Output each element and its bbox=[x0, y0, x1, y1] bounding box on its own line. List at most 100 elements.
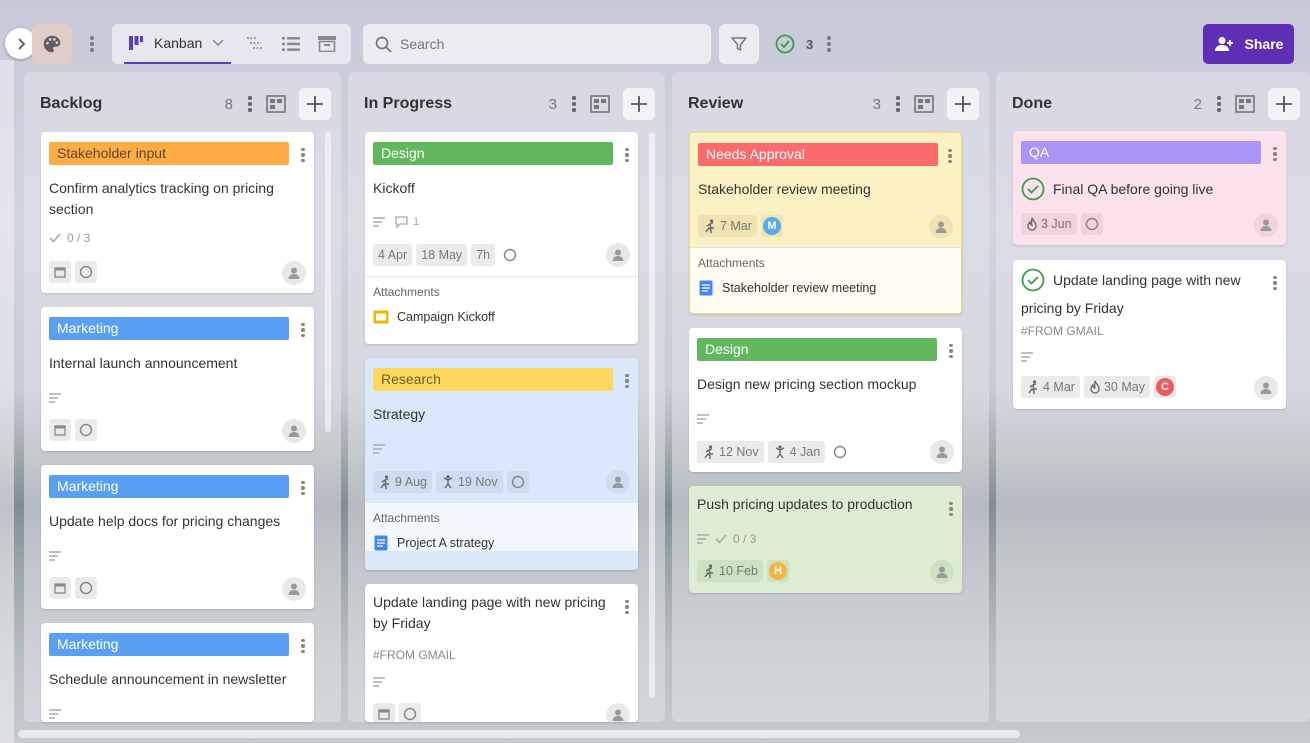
column-menu-icon[interactable] bbox=[245, 92, 255, 116]
add-card-button[interactable] bbox=[299, 88, 331, 120]
fire-icon bbox=[1027, 217, 1037, 231]
card-menu-icon[interactable] bbox=[623, 146, 631, 164]
column-menu-icon[interactable] bbox=[569, 92, 579, 116]
assignee-avatar[interactable] bbox=[606, 470, 630, 494]
add-card-button[interactable] bbox=[623, 88, 655, 120]
card-menu-icon[interactable] bbox=[1271, 274, 1279, 292]
board-horizontal-scrollbar[interactable] bbox=[18, 730, 1020, 738]
column-scrollbar[interactable] bbox=[649, 132, 655, 698]
member-chip[interactable]: M bbox=[760, 215, 783, 237]
column-settings-icon[interactable] bbox=[589, 93, 611, 115]
task-card[interactable]: Marketing Schedule announcement in newsl… bbox=[41, 623, 314, 722]
start-date-chip[interactable]: 4 Apr bbox=[373, 244, 413, 266]
due-date-chip[interactable] bbox=[373, 703, 395, 722]
start-date-chip[interactable]: 7 Mar bbox=[698, 215, 757, 237]
card-tag: Needs Approval bbox=[698, 143, 938, 166]
assignee-avatar[interactable] bbox=[930, 560, 954, 584]
column-settings-icon[interactable] bbox=[1234, 93, 1256, 115]
tab-archive[interactable] bbox=[317, 34, 337, 54]
card-menu-icon[interactable] bbox=[946, 147, 954, 165]
completed-check-icon bbox=[1021, 268, 1045, 292]
end-date-chip[interactable]: 4 Jan bbox=[767, 441, 826, 463]
assignee-avatar[interactable] bbox=[606, 703, 630, 722]
task-card[interactable]: Design Design new pricing section mockup… bbox=[689, 328, 962, 472]
card-menu-icon[interactable] bbox=[623, 372, 631, 390]
card-menu-icon[interactable] bbox=[947, 342, 955, 360]
assignee-avatar[interactable] bbox=[930, 440, 954, 464]
task-card[interactable]: Update landing page with new pricing by F… bbox=[365, 584, 638, 722]
status-chip[interactable] bbox=[75, 261, 97, 283]
more-menu-icon[interactable] bbox=[84, 32, 100, 56]
assignee-avatar[interactable] bbox=[282, 419, 306, 443]
column-menu-icon[interactable] bbox=[1214, 92, 1224, 116]
task-card[interactable]: Needs Approval Stakeholder review meetin… bbox=[689, 132, 962, 314]
card-menu-icon[interactable] bbox=[299, 321, 307, 339]
attachment-item[interactable]: Campaign Kickoff bbox=[373, 309, 638, 325]
card-menu-icon[interactable] bbox=[947, 500, 955, 518]
estimate-chip[interactable]: 7h bbox=[471, 244, 496, 266]
column-settings-icon[interactable] bbox=[265, 93, 287, 115]
search-input[interactable] bbox=[400, 36, 700, 52]
start-date-chip[interactable]: 10 Feb bbox=[697, 560, 763, 582]
task-card[interactable]: Stakeholder input Confirm analytics trac… bbox=[41, 132, 314, 293]
card-menu-icon[interactable] bbox=[299, 146, 307, 164]
column-menu-icon[interactable] bbox=[893, 92, 903, 116]
status-chip[interactable] bbox=[499, 244, 521, 266]
card-menu-icon[interactable] bbox=[299, 479, 307, 497]
status-chip[interactable] bbox=[75, 419, 97, 441]
card-menu-icon[interactable] bbox=[299, 637, 307, 655]
task-card[interactable]: Marketing Update help docs for pricing c… bbox=[41, 465, 314, 609]
tab-list[interactable] bbox=[281, 34, 301, 54]
tab-kanban[interactable]: Kanban bbox=[124, 24, 231, 64]
member-chip[interactable]: H bbox=[766, 560, 789, 582]
start-date-chip[interactable]: 12 Nov bbox=[697, 441, 764, 463]
check-circle-icon bbox=[775, 34, 795, 54]
status-chip[interactable] bbox=[506, 471, 529, 493]
filter-button[interactable] bbox=[719, 24, 759, 64]
plus-icon bbox=[955, 96, 971, 112]
column-settings-icon[interactable] bbox=[913, 93, 935, 115]
assignee-avatar[interactable] bbox=[1254, 213, 1278, 237]
assignee-avatar[interactable] bbox=[606, 243, 630, 267]
start-date-chip[interactable]: 4 Mar bbox=[1021, 376, 1080, 398]
status-chip[interactable] bbox=[75, 577, 97, 599]
task-card[interactable]: Research Strategy 9 Aug 19 Nov Attachmen… bbox=[365, 358, 638, 570]
member-chip[interactable]: C bbox=[1153, 376, 1176, 398]
task-card[interactable]: Marketing Internal launch announcement bbox=[41, 307, 314, 451]
status-chip[interactable] bbox=[829, 441, 851, 463]
tab-gantt[interactable] bbox=[245, 34, 265, 54]
card-menu-icon[interactable] bbox=[623, 598, 631, 616]
add-card-button[interactable] bbox=[947, 88, 979, 120]
task-card[interactable]: Update landing page with new pricing by F… bbox=[1013, 260, 1286, 409]
completed-count[interactable]: 3 bbox=[775, 34, 813, 54]
status-chip[interactable] bbox=[399, 703, 421, 722]
column-scrollbar[interactable] bbox=[325, 132, 331, 432]
search-box[interactable] bbox=[363, 24, 711, 64]
assignee-avatar[interactable] bbox=[1254, 376, 1278, 400]
more-options-icon[interactable] bbox=[821, 32, 837, 56]
card-tag: Design bbox=[697, 338, 937, 361]
card-menu-icon[interactable] bbox=[1271, 145, 1279, 163]
due-date-chip[interactable] bbox=[49, 419, 71, 441]
due-date-chip[interactable] bbox=[49, 577, 71, 599]
column-count: 8 bbox=[224, 95, 233, 113]
due-date-chip[interactable] bbox=[49, 261, 71, 283]
due-date-chip[interactable]: 3 Jun bbox=[1021, 213, 1077, 235]
task-card[interactable]: Push pricing updates to production 0 / 3… bbox=[689, 486, 962, 593]
assignee-avatar[interactable] bbox=[929, 215, 953, 239]
end-date-chip[interactable]: 19 Nov bbox=[435, 471, 503, 493]
attachment-item[interactable]: Stakeholder review meeting bbox=[698, 280, 961, 296]
end-date-chip[interactable]: 18 May bbox=[416, 244, 468, 266]
theme-button[interactable] bbox=[32, 24, 72, 64]
assignee-avatar[interactable] bbox=[282, 261, 306, 285]
task-card[interactable]: Design Kickoff 1 4 Apr 18 May 7h Attachm… bbox=[365, 132, 638, 344]
add-card-button[interactable] bbox=[1268, 88, 1300, 120]
start-date-chip[interactable]: 9 Aug bbox=[373, 471, 432, 493]
attachment-item[interactable]: Project A strategy bbox=[373, 535, 638, 551]
share-button[interactable]: Share bbox=[1203, 24, 1294, 64]
circle-icon bbox=[79, 423, 93, 437]
task-card[interactable]: QA Final QA before going live 3 Jun bbox=[1013, 131, 1286, 245]
assignee-avatar[interactable] bbox=[282, 577, 306, 601]
due-date-chip[interactable]: 30 May bbox=[1083, 376, 1150, 398]
status-chip[interactable] bbox=[1080, 213, 1103, 235]
